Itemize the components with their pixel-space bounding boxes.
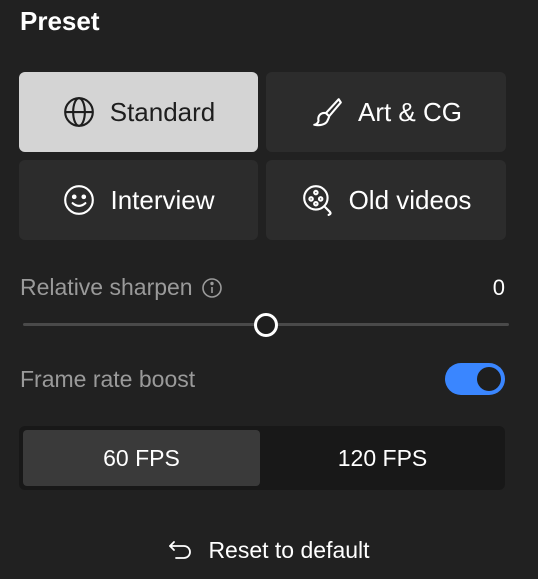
preset-interview-label: Interview	[110, 184, 215, 215]
relative-sharpen-slider[interactable]	[23, 312, 509, 337]
globe-icon	[62, 95, 96, 129]
preset-standard-button[interactable]: Standard	[19, 72, 258, 152]
preset-old-videos-label: Old videos	[348, 184, 472, 215]
smiley-face-icon	[62, 183, 96, 217]
info-icon[interactable]	[201, 277, 223, 299]
reset-to-default-button[interactable]: Reset to default	[0, 532, 538, 568]
frame-rate-boost-row: Frame rate boost	[20, 362, 505, 396]
relative-sharpen-row: Relative sharpen 0	[20, 274, 505, 301]
relative-sharpen-label: Relative sharpen	[20, 274, 193, 300]
toggle-knob	[477, 367, 501, 391]
preset-art-cg-label: Art & CG	[357, 96, 462, 127]
fps-60-option[interactable]: 60 FPS	[23, 430, 260, 486]
relative-sharpen-value: 0	[492, 274, 505, 300]
brush-icon	[310, 95, 344, 129]
preset-grid: Standard Art & CG Interview Old videos	[19, 72, 506, 240]
reset-to-default-label: Reset to default	[208, 536, 370, 563]
preset-standard-label: Standard	[109, 96, 216, 127]
slider-thumb[interactable]	[254, 313, 278, 337]
film-reel-search-icon	[301, 183, 335, 217]
frame-rate-boost-toggle[interactable]	[445, 363, 505, 395]
preset-old-videos-button[interactable]: Old videos	[266, 160, 506, 240]
fps-120-option[interactable]: 120 FPS	[264, 430, 501, 486]
fps-selector: 60 FPS 120 FPS	[19, 426, 505, 490]
preset-interview-button[interactable]: Interview	[19, 160, 258, 240]
preset-panel: Preset Standard Art & CG Interview Old v…	[0, 0, 538, 579]
undo-arrow-icon	[168, 537, 194, 563]
preset-title: Preset	[20, 6, 100, 36]
preset-art-cg-button[interactable]: Art & CG	[266, 72, 506, 152]
frame-rate-boost-label: Frame rate boost	[20, 365, 196, 392]
